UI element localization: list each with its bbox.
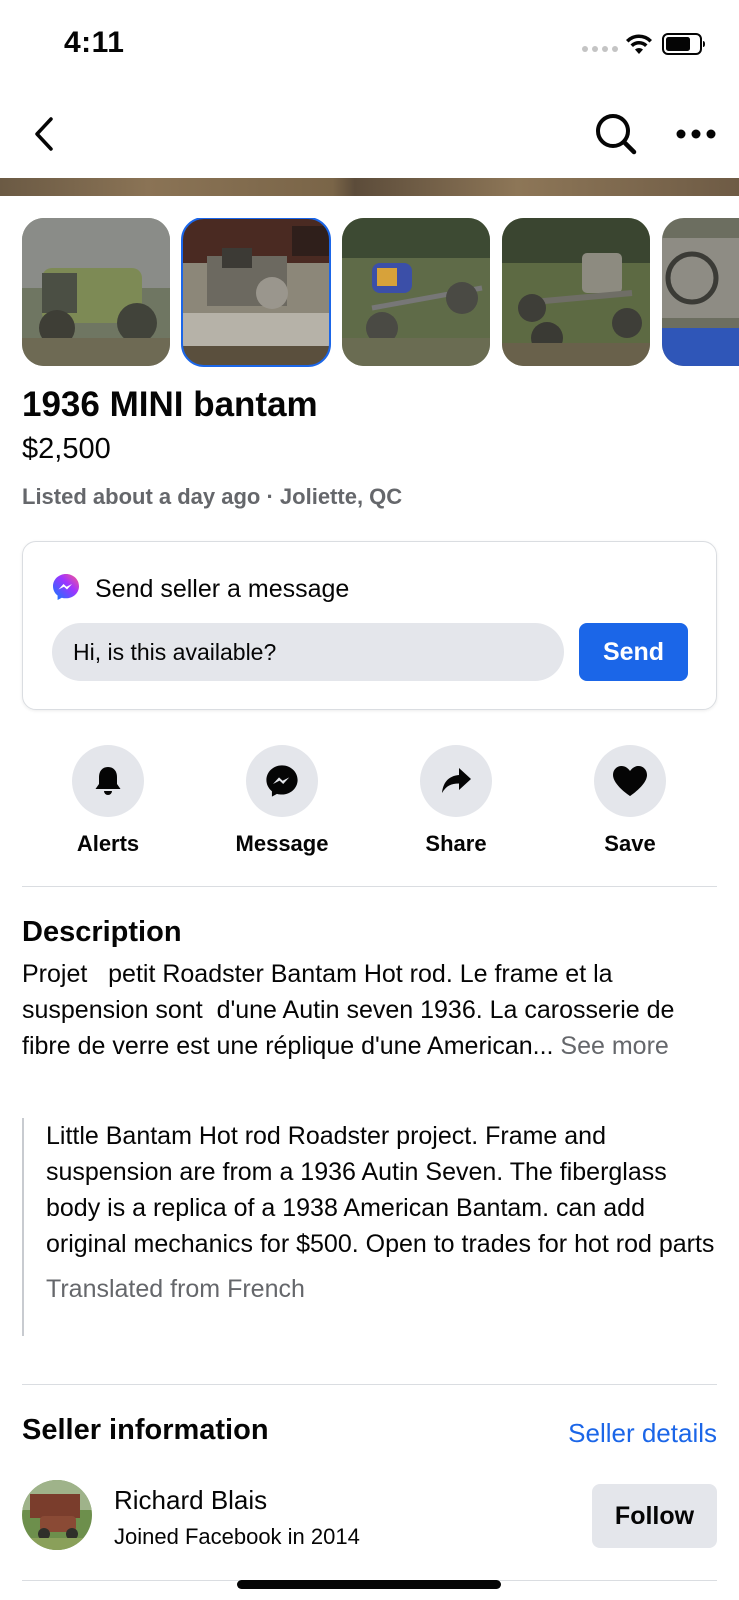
nav-bar bbox=[0, 90, 739, 178]
messenger-icon bbox=[266, 765, 298, 797]
share-circle bbox=[420, 745, 492, 817]
chevron-left-icon bbox=[35, 117, 53, 151]
share-button[interactable]: Share bbox=[386, 745, 526, 857]
back-button[interactable] bbox=[22, 110, 66, 158]
search-icon bbox=[596, 114, 637, 155]
search-button[interactable] bbox=[592, 110, 640, 158]
save-circle bbox=[594, 745, 666, 817]
thumbnail-photo-5[interactable] bbox=[662, 218, 739, 366]
see-more-link[interactable]: See more bbox=[560, 1032, 668, 1060]
send-message-title: Send seller a message bbox=[95, 575, 350, 603]
messenger-logo-icon bbox=[53, 574, 79, 600]
thumbnail-photo-1[interactable] bbox=[22, 218, 170, 366]
listing-title: 1936 MINI bantam bbox=[22, 385, 318, 424]
share-label: Share bbox=[425, 831, 487, 856]
alerts-circle bbox=[72, 745, 144, 817]
more-options-button[interactable] bbox=[672, 114, 720, 154]
share-arrow-icon bbox=[442, 768, 471, 793]
engine-photo-image bbox=[182, 218, 330, 366]
translation-block: Little Bantam Hot rod Roadster project. … bbox=[22, 1118, 722, 1336]
seller-name[interactable]: Richard Blais bbox=[114, 1485, 267, 1516]
thumbnail-photo-2[interactable] bbox=[181, 218, 331, 367]
description-text: Projet petit Roadster Bantam Hot rod. Le… bbox=[22, 956, 722, 1064]
listing-meta: Listed about a day ago · Joliette, QC bbox=[22, 484, 403, 509]
seller-details-link[interactable]: Seller details bbox=[568, 1418, 717, 1449]
home-indicator[interactable] bbox=[237, 1580, 501, 1589]
interior-photo-image bbox=[662, 218, 739, 366]
message-button[interactable]: Message bbox=[212, 745, 352, 857]
seller-joined: Joined Facebook in 2014 bbox=[114, 1524, 360, 1549]
save-button[interactable]: Save bbox=[560, 745, 700, 857]
status-time: 4:11 bbox=[64, 26, 125, 59]
heart-icon bbox=[613, 766, 647, 796]
message-input[interactable]: Hi, is this available? bbox=[52, 623, 564, 681]
chassis-photo-image bbox=[342, 218, 490, 366]
frame-photo-image bbox=[502, 218, 650, 366]
message-circle bbox=[246, 745, 318, 817]
divider bbox=[22, 886, 717, 887]
save-label: Save bbox=[604, 831, 656, 856]
description-heading: Description bbox=[22, 916, 182, 948]
translated-from-note: Translated from French bbox=[46, 1275, 305, 1303]
wifi-icon bbox=[626, 34, 652, 54]
photo-thumbnail-strip[interactable] bbox=[22, 218, 739, 368]
thumbnail-photo-3[interactable] bbox=[342, 218, 490, 366]
thumbnail-photo-4[interactable] bbox=[502, 218, 650, 366]
battery-icon bbox=[662, 33, 705, 55]
send-button[interactable]: Send bbox=[579, 623, 688, 681]
main-photo-edge bbox=[0, 178, 739, 196]
cellular-signal-icon bbox=[582, 46, 618, 52]
alerts-label: Alerts bbox=[76, 831, 140, 856]
car-photo-image bbox=[22, 218, 170, 366]
seller-avatar[interactable] bbox=[22, 1480, 92, 1550]
status-bar: 4:11 bbox=[0, 0, 739, 90]
alerts-button[interactable]: Alerts bbox=[38, 745, 178, 857]
action-buttons-row: Alerts Message Share Save bbox=[0, 745, 739, 865]
seller-info-heading: Seller information bbox=[22, 1414, 269, 1446]
avatar-image bbox=[22, 1480, 92, 1550]
follow-button[interactable]: Follow bbox=[592, 1484, 717, 1548]
more-horizontal-icon bbox=[676, 129, 716, 139]
translated-description: Little Bantam Hot rod Roadster project. … bbox=[46, 1122, 715, 1258]
bell-icon bbox=[95, 767, 121, 795]
send-message-card: Send seller a message Hi, is this availa… bbox=[22, 541, 717, 710]
message-label: Message bbox=[235, 831, 329, 856]
divider bbox=[22, 1384, 717, 1385]
listing-price: $2,500 bbox=[22, 433, 111, 465]
